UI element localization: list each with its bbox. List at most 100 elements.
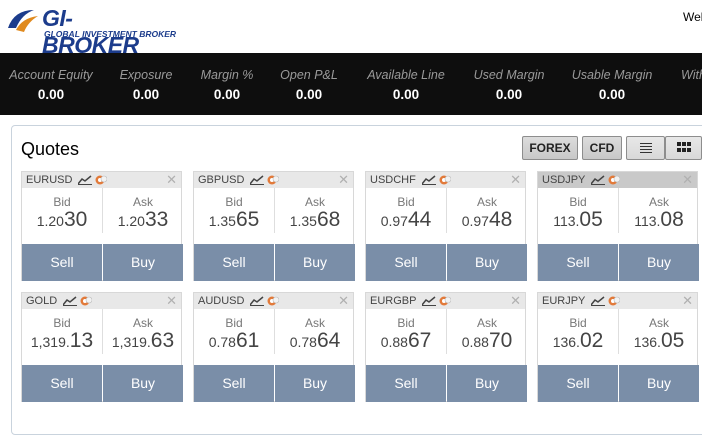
sell-button[interactable]: Sell bbox=[366, 244, 446, 281]
ask-price: 0.9748 bbox=[447, 208, 527, 232]
cfd-filter-button[interactable]: CFD bbox=[582, 136, 622, 160]
bid-column: Bid 1.3565 bbox=[194, 188, 274, 233]
ask-price-prefix: 1.35 bbox=[289, 213, 317, 229]
grid-view-button[interactable] bbox=[665, 136, 702, 160]
sell-button[interactable]: Sell bbox=[194, 244, 274, 281]
quote-tile[interactable]: GBPUSD ✕ Bid 1.3565 Ask 1.3568 Sell Buy bbox=[193, 171, 355, 281]
quote-tile[interactable]: USDCHF ✕ Bid 0.9744 Ask 0.9748 Sell Buy bbox=[365, 171, 527, 281]
instrument-symbol: USDJPY bbox=[542, 174, 586, 186]
chart-icon[interactable] bbox=[591, 175, 606, 185]
bid-label: Bid bbox=[397, 316, 415, 330]
chart-icon[interactable] bbox=[250, 296, 265, 306]
chart-icon[interactable] bbox=[250, 175, 265, 185]
close-icon[interactable]: ✕ bbox=[166, 172, 177, 188]
ask-column: Ask 136.05 bbox=[618, 309, 698, 354]
bid-price: 113.05 bbox=[538, 208, 618, 232]
bid-column: Bid 136.02 bbox=[538, 309, 618, 354]
close-icon[interactable]: ✕ bbox=[682, 293, 693, 309]
stat-value: 0.00 bbox=[213, 87, 241, 102]
bid-price-pips: 65 bbox=[235, 208, 260, 231]
chart-icon[interactable] bbox=[63, 296, 78, 306]
quote-tile[interactable]: AUDUSD ✕ Bid 0.7861 Ask 0.7864 Sell Buy bbox=[193, 292, 355, 402]
close-icon[interactable]: ✕ bbox=[510, 172, 521, 188]
stat-value: 0.00 bbox=[295, 87, 323, 102]
sell-button[interactable]: Sell bbox=[538, 244, 618, 281]
buy-button[interactable]: Buy bbox=[619, 365, 699, 402]
stat-label: Open P&L bbox=[280, 68, 338, 82]
instrument-symbol: EURJPY bbox=[542, 295, 586, 307]
sell-button[interactable]: Sell bbox=[22, 365, 102, 402]
quote-tile-header: EURUSD ✕ bbox=[22, 172, 181, 188]
ask-price-prefix: 0.88 bbox=[461, 334, 489, 350]
chart-icon[interactable] bbox=[78, 175, 93, 185]
quote-tile-header: GOLD ✕ bbox=[22, 293, 181, 309]
ask-price-pips: 64 bbox=[316, 329, 341, 352]
bid-price-pips: 30 bbox=[63, 208, 88, 231]
quote-tile[interactable]: EURGBP ✕ Bid 0.8867 Ask 0.8870 Sell Buy bbox=[365, 292, 527, 402]
close-icon[interactable]: ✕ bbox=[510, 293, 521, 309]
bid-label: Bid bbox=[569, 195, 587, 209]
chart-icon[interactable] bbox=[591, 296, 606, 306]
close-icon[interactable]: ✕ bbox=[682, 172, 693, 188]
info-icon[interactable] bbox=[608, 296, 621, 306]
ask-price-prefix: 0.78 bbox=[289, 334, 317, 350]
instrument-symbol: EURGBP bbox=[370, 295, 417, 307]
stat-value: 0.00 bbox=[132, 87, 160, 102]
bid-price-pips: 44 bbox=[407, 208, 432, 231]
bid-label: Bid bbox=[225, 316, 243, 330]
sell-button[interactable]: Sell bbox=[366, 365, 446, 402]
close-icon[interactable]: ✕ bbox=[166, 293, 177, 309]
info-icon[interactable] bbox=[439, 296, 452, 306]
ask-price-pips: 48 bbox=[488, 208, 513, 231]
chart-icon[interactable] bbox=[421, 175, 436, 185]
quote-tile[interactable]: GOLD ✕ Bid 1,319.13 Ask 1,319.63 Sell Buy bbox=[21, 292, 183, 402]
sell-button[interactable]: Sell bbox=[194, 365, 274, 402]
buy-button[interactable]: Buy bbox=[275, 365, 355, 402]
quote-tile[interactable]: EURJPY ✕ Bid 136.02 Ask 136.05 Sell Buy bbox=[537, 292, 699, 402]
bid-label: Bid bbox=[397, 195, 415, 209]
chart-icon[interactable] bbox=[422, 296, 437, 306]
gi-broker-logo[interactable]: GI-BROKER GLOBAL INVESTMENT BROKER bbox=[4, 4, 176, 58]
info-icon[interactable] bbox=[267, 175, 280, 185]
ask-label: Ask bbox=[476, 316, 497, 330]
info-icon[interactable] bbox=[267, 296, 280, 306]
bid-price-pips: 67 bbox=[407, 329, 432, 352]
quote-tile[interactable]: USDJPY ✕ Bid 113.05 Ask 113.08 Sell Buy bbox=[537, 171, 699, 281]
ask-price-prefix: 136. bbox=[633, 334, 661, 350]
forex-filter-button[interactable]: FOREX bbox=[522, 136, 578, 160]
ask-price: 113.08 bbox=[619, 208, 699, 232]
buy-button[interactable]: Buy bbox=[447, 244, 527, 281]
ask-column: Ask 0.9748 bbox=[446, 188, 526, 233]
info-icon[interactable] bbox=[95, 175, 108, 185]
ask-price-prefix: 1,319. bbox=[111, 334, 151, 350]
ask-price: 136.05 bbox=[619, 329, 699, 353]
buy-button[interactable]: Buy bbox=[103, 244, 183, 281]
sell-button[interactable]: Sell bbox=[538, 365, 618, 402]
ask-column: Ask 1.3568 bbox=[274, 188, 354, 233]
bid-price: 0.8867 bbox=[366, 329, 446, 353]
ask-price-pips: 08 bbox=[660, 208, 684, 231]
ask-column: Ask 113.08 bbox=[618, 188, 698, 233]
bid-label: Bid bbox=[53, 316, 71, 330]
buy-button[interactable]: Buy bbox=[103, 365, 183, 402]
bid-price-prefix: 0.88 bbox=[380, 334, 408, 350]
info-icon[interactable] bbox=[80, 296, 93, 306]
ask-label: Ask bbox=[304, 195, 325, 209]
quote-tile[interactable]: EURUSD ✕ Bid 1.2030 Ask 1.2033 Sell Buy bbox=[21, 171, 183, 281]
close-icon[interactable]: ✕ bbox=[338, 293, 349, 309]
buy-button[interactable]: Buy bbox=[447, 365, 527, 402]
instrument-symbol: AUDUSD bbox=[198, 295, 245, 307]
list-view-button[interactable] bbox=[626, 136, 665, 160]
info-icon[interactable] bbox=[608, 175, 621, 185]
buy-button[interactable]: Buy bbox=[619, 244, 699, 281]
bid-column: Bid 113.05 bbox=[538, 188, 618, 233]
bid-price-prefix: 1.20 bbox=[36, 213, 64, 229]
sell-button[interactable]: Sell bbox=[22, 244, 102, 281]
close-icon[interactable]: ✕ bbox=[338, 172, 349, 188]
ask-column: Ask 0.7864 bbox=[274, 309, 354, 354]
info-icon[interactable] bbox=[439, 175, 451, 185]
bid-price: 136.02 bbox=[538, 329, 618, 353]
stat-value: 0.00 bbox=[392, 87, 420, 102]
buy-button[interactable]: Buy bbox=[275, 244, 355, 281]
quote-tile-header: AUDUSD ✕ bbox=[194, 293, 353, 309]
